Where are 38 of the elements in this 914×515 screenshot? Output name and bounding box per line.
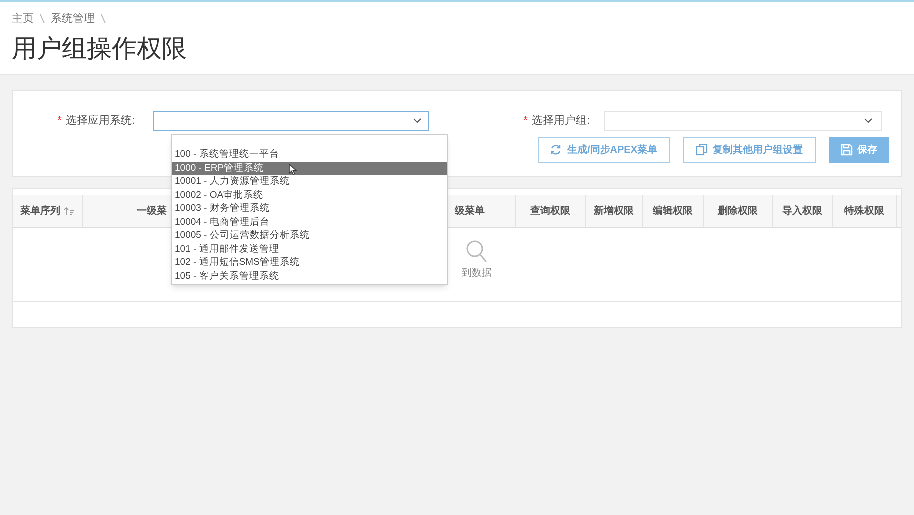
- save-icon: [840, 144, 852, 156]
- dropdown-option[interactable]: 101 - 通用邮件发送管理: [172, 242, 447, 256]
- dropdown-option[interactable]: 100 - 系统管理统一平台: [172, 148, 447, 162]
- dropdown-option[interactable]: 10005 - 公司运营数据分析系统: [172, 229, 447, 242]
- chevron-down-icon: [864, 118, 873, 124]
- sync-icon: [550, 144, 562, 156]
- dropdown-option[interactable]: 1000 - ERP管理系统: [172, 162, 447, 175]
- dropdown-option[interactable]: 102 - 通用短信SMS管理系统: [172, 256, 447, 270]
- user-group-select[interactable]: [604, 111, 882, 131]
- app-system-select[interactable]: [153, 111, 429, 131]
- search-icon: [466, 240, 488, 264]
- breadcrumb-link[interactable]: 系统管理: [51, 11, 95, 28]
- column-header[interactable]: 菜单序列: [13, 195, 83, 227]
- copy-icon: [696, 144, 708, 156]
- required-mark: *: [58, 114, 62, 127]
- separator-icon: [101, 14, 106, 24]
- column-header[interactable]: 查询权限: [516, 195, 586, 227]
- page-title: 用户组操作权限: [12, 34, 187, 64]
- column-header[interactable]: 导入权限: [773, 195, 833, 227]
- chevron-down-icon: [413, 118, 422, 124]
- dropdown-option[interactable]: 10004 - 电商管理后台: [172, 216, 447, 229]
- column-header[interactable]: 新增权限: [586, 195, 643, 227]
- sort-icon[interactable]: [64, 206, 74, 216]
- column-label: 菜单序列: [20, 204, 60, 218]
- field-label-text: 选择用户组:: [532, 114, 590, 127]
- separator-icon: [40, 14, 45, 24]
- column-header[interactable]: 删除权限: [704, 195, 773, 227]
- column-header[interactable]: 编辑权限: [643, 195, 704, 227]
- dropdown-option[interactable]: 105 - 客户关系管理系统: [172, 270, 447, 283]
- dropdown-option[interactable]: 10002 - OA审批系统: [172, 188, 447, 202]
- cursor-icon: [289, 164, 297, 174]
- field-label-text: 选择应用系统:: [66, 114, 135, 127]
- empty-state-text: 到数据: [462, 267, 492, 281]
- breadcrumb-link[interactable]: 主页: [12, 11, 34, 28]
- column-header[interactable]: 特殊权限: [833, 195, 897, 227]
- required-mark: *: [524, 114, 528, 127]
- dropdown-option[interactable]: 10003 - 财务管理系统: [172, 202, 447, 216]
- dropdown-option[interactable]: 10001 - 人力资源管理系统: [172, 175, 447, 188]
